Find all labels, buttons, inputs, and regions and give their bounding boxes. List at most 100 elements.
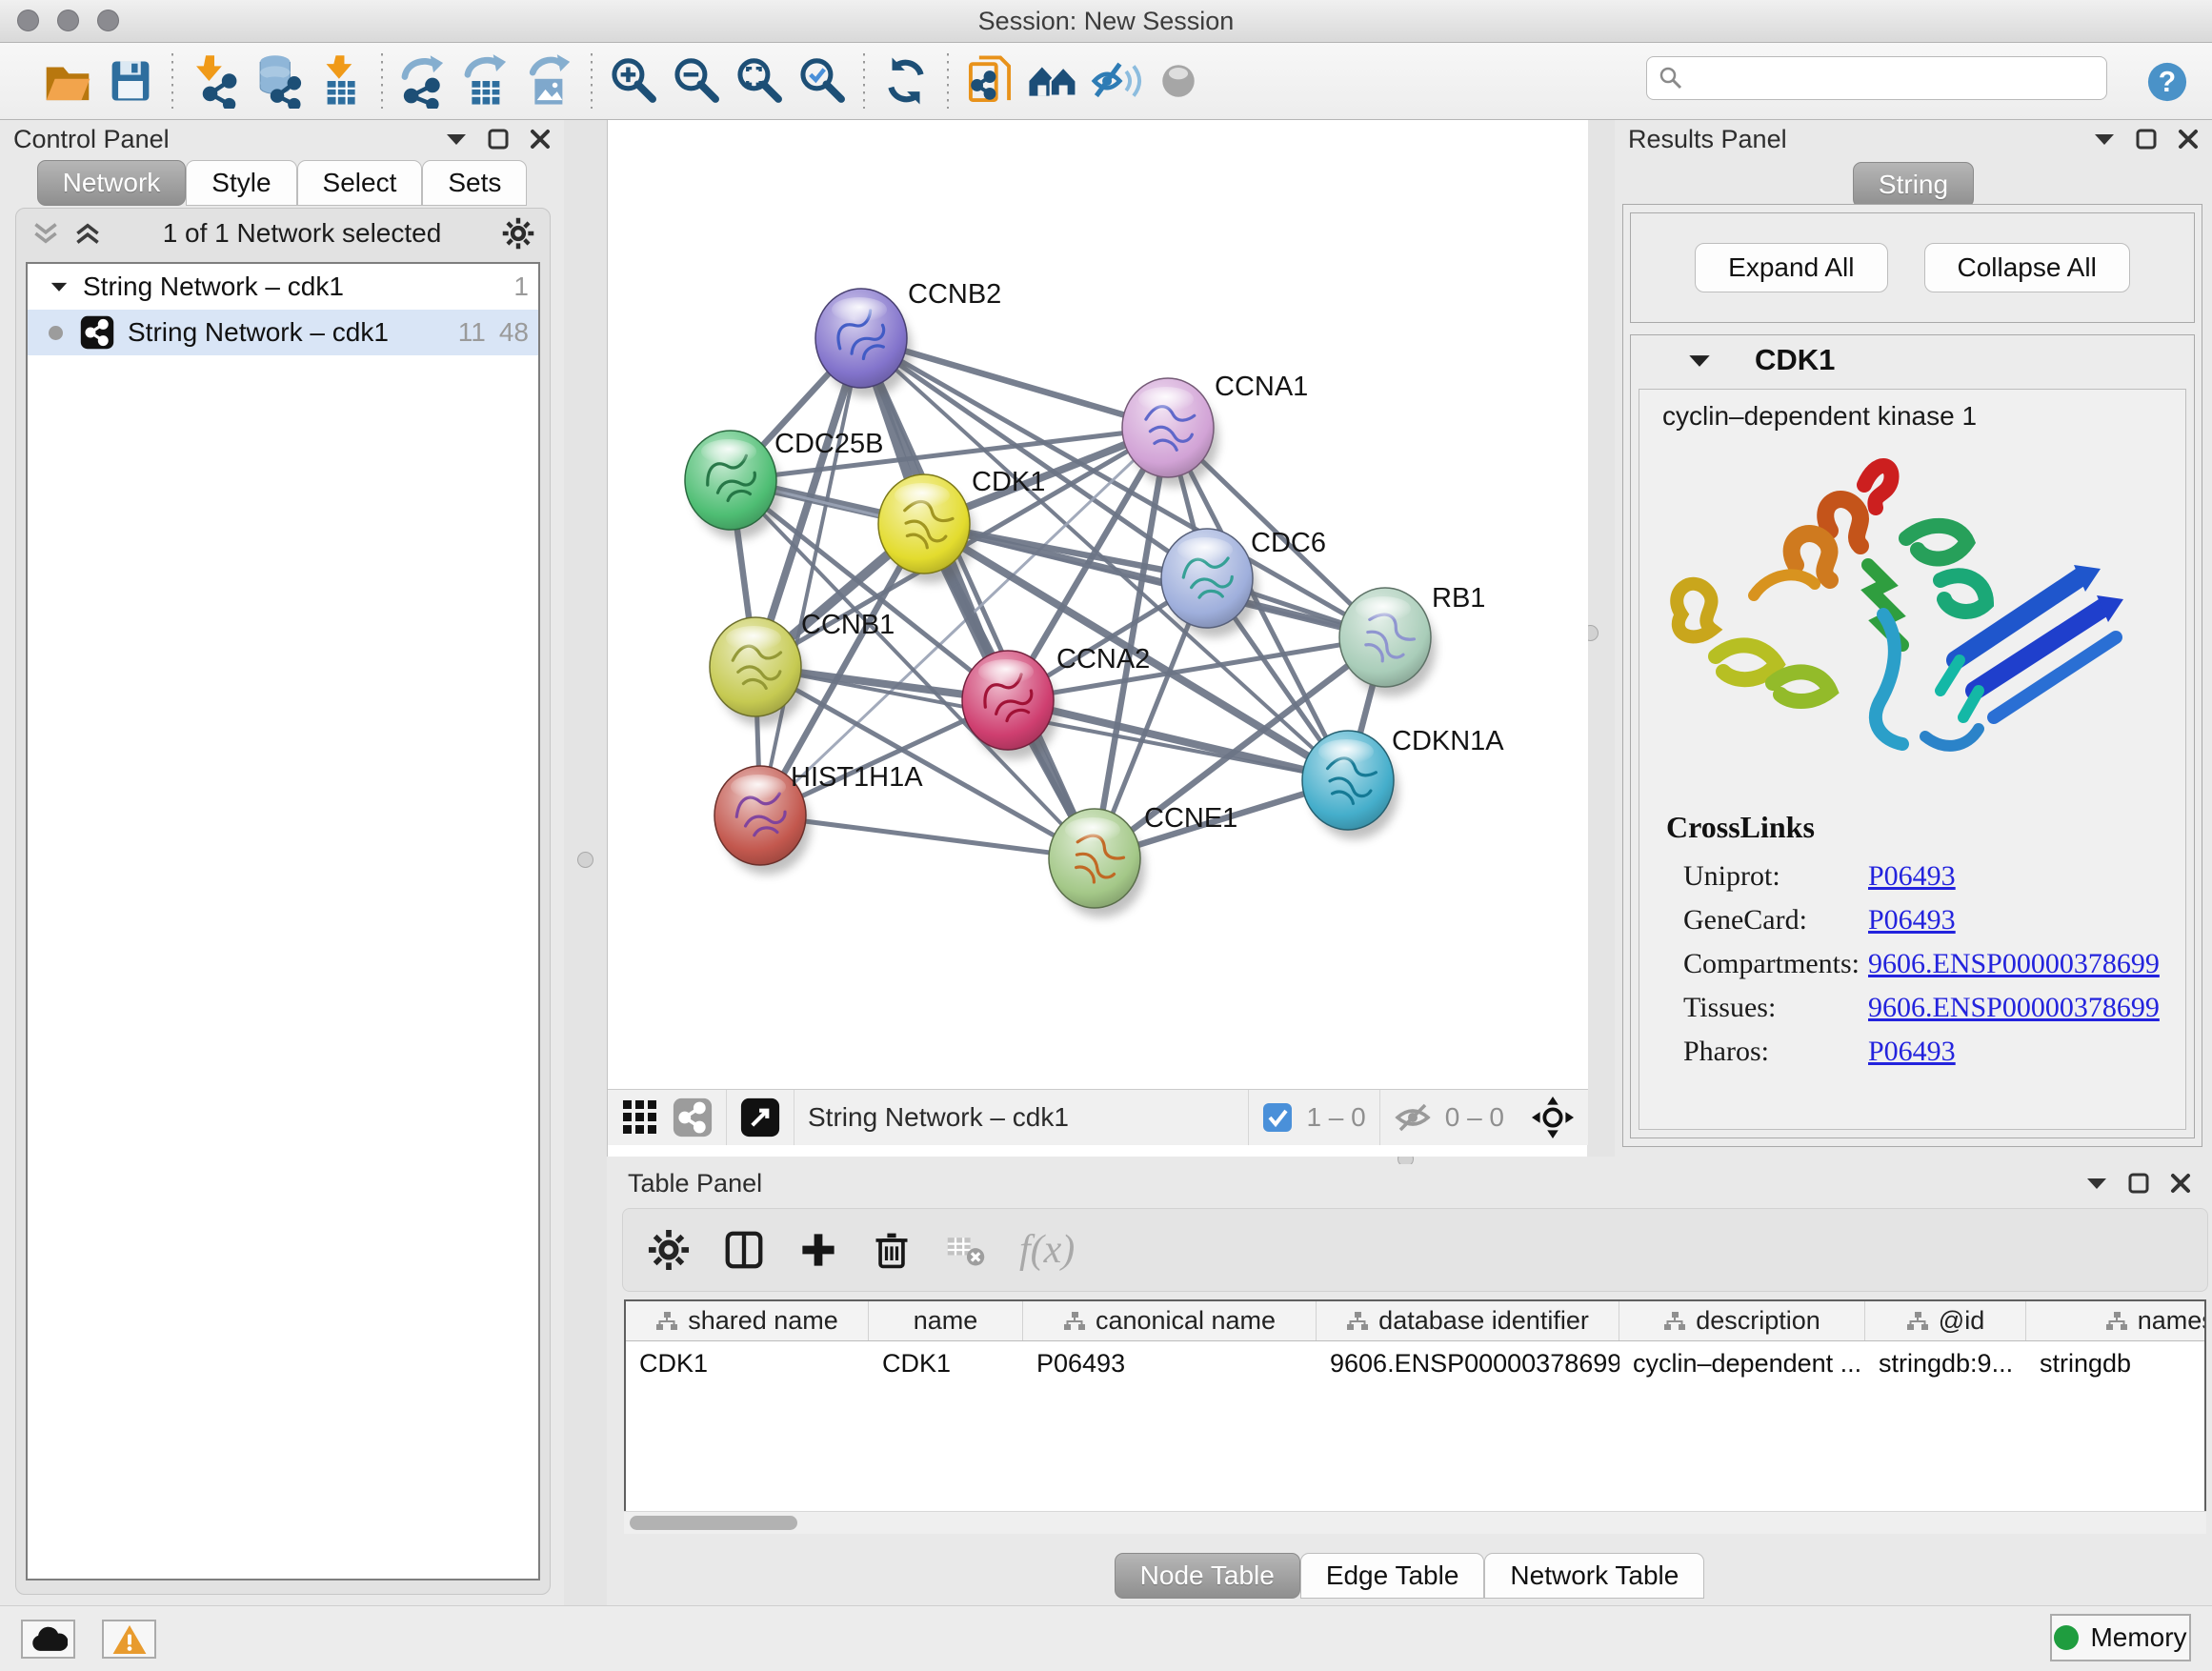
apply-layout-button[interactable] [875,50,937,112]
import-network-database-button[interactable] [246,50,309,112]
table-cell[interactable]: cyclin–dependent ... [1619,1341,1865,1385]
tab-style[interactable]: Style [186,160,296,206]
cloud-status-button[interactable] [21,1620,75,1659]
node-CDC6[interactable]: CDC6 [1161,528,1326,637]
network-tree-row[interactable]: String Network – cdk11148 [28,310,538,355]
warnings-button[interactable] [102,1620,156,1659]
table-cell[interactable]: CDK1 [626,1341,869,1385]
string-import-button[interactable] [958,50,1021,112]
close-window-button[interactable] [17,10,39,31]
search-input[interactable] [1646,56,2107,100]
fit-content-crosshair-icon[interactable] [1531,1096,1575,1139]
expand-all-icon[interactable] [73,221,102,246]
zoom-fit-button[interactable] [728,50,791,112]
collapse-all-icon[interactable] [31,221,60,246]
delete-column-trash-icon[interactable] [871,1229,913,1271]
table-row[interactable]: CDK1CDK1P064939606.ENSP00000378699cyclin… [626,1341,2206,1385]
panel-close-icon[interactable] [2170,1173,2191,1194]
export-network-button[interactable] [392,50,455,112]
selected-checkbox[interactable] [1262,1102,1293,1133]
node-CCNE1[interactable]: CCNE1 [1049,803,1237,917]
table-options-gear-icon[interactable] [648,1229,690,1271]
right-splitter[interactable] [1587,120,1615,1157]
tab-network[interactable]: Network [37,160,187,206]
minimize-window-button[interactable] [57,10,79,31]
tab-edge-table[interactable]: Edge Table [1300,1553,1485,1599]
save-session-button[interactable] [99,50,162,112]
node-CDK1[interactable]: CDK1 [878,467,1045,583]
network-options-gear-icon[interactable] [502,217,534,250]
edge-CCNB2-HIST1H1A[interactable] [760,338,861,815]
string-highlight-button[interactable] [1147,50,1210,112]
zoom-out-button[interactable] [665,50,728,112]
tab-network-table[interactable]: Network Table [1484,1553,1704,1599]
node-CDKN1A[interactable]: CDKN1A [1302,726,1504,839]
import-network-file-button[interactable] [183,50,246,112]
column-header-database-identifier[interactable]: database identifier [1317,1301,1619,1340]
string-hide-glass-button[interactable] [1084,50,1147,112]
hidden-eye-slash-icon[interactable] [1394,1102,1432,1133]
crosslink-link[interactable]: 9606.ENSP00000378699 [1868,992,2160,1024]
column-header-namespace[interactable]: namespace [2026,1301,2206,1340]
crosslink-link[interactable]: P06493 [1868,1036,1956,1068]
network-canvas[interactable]: CCNB2CCNA1CDC25BCDK1CDC6RB1CCNB1CCNA2CDK… [608,120,1588,1089]
birdseye-grid-icon[interactable] [621,1098,659,1137]
tab-node-table[interactable]: Node Table [1115,1553,1300,1599]
column-header-canonical-name[interactable]: canonical name [1023,1301,1317,1340]
table-scrollbar-thumb[interactable] [630,1516,797,1530]
detach-view-icon[interactable] [740,1097,780,1137]
network-tree-row[interactable]: String Network – cdk11 [28,264,538,310]
table-cell[interactable]: stringdb:9... [1865,1341,2026,1385]
collapse-all-button[interactable]: Collapse All [1924,243,2130,292]
panel-close-icon[interactable] [530,129,551,150]
column-header-name[interactable]: name [869,1301,1023,1340]
panel-menu-caret-icon[interactable] [2086,1177,2107,1190]
node-CCNA1[interactable]: CCNA1 [1122,372,1308,487]
crosslink-link[interactable]: P06493 [1868,904,1956,936]
column-header-description[interactable]: description [1619,1301,1865,1340]
left-splitter[interactable] [564,120,607,1605]
crosslink-link[interactable]: 9606.ENSP00000378699 [1868,948,2160,980]
export-image-button[interactable] [518,50,581,112]
column-header--id[interactable]: @id [1865,1301,2026,1340]
panel-float-icon[interactable] [488,129,509,150]
section-collapse-caret-icon[interactable] [1688,353,1711,368]
column-header-shared-name[interactable]: shared name [626,1301,869,1340]
node-CCNB1[interactable]: CCNB1 [710,610,895,726]
panel-menu-caret-icon[interactable] [446,132,467,146]
table-horizontal-scrollbar[interactable] [624,1511,2206,1534]
table-cell[interactable]: 9606.ENSP00000378699 [1317,1341,1619,1385]
horizontal-splitter[interactable] [607,1157,2212,1164]
memory-button[interactable]: Memory [2050,1614,2191,1661]
zoom-window-button[interactable] [97,10,119,31]
string-network-graph[interactable]: CCNB2CCNA1CDC25BCDK1CDC6RB1CCNB1CCNA2CDK… [608,120,1588,1089]
node-HIST1H1A[interactable]: HIST1H1A [714,762,923,875]
string-home-button[interactable] [1021,50,1084,112]
network-share-icon[interactable] [673,1097,713,1137]
zoom-selected-button[interactable] [791,50,854,112]
export-table-button[interactable] [455,50,518,112]
table-cell[interactable]: CDK1 [869,1341,1023,1385]
tree-expand-caret-icon[interactable] [50,281,68,292]
open-session-button[interactable] [36,50,99,112]
help-button[interactable]: ? [2136,50,2199,113]
crosslink-link[interactable]: P06493 [1868,860,1956,893]
panel-close-icon[interactable] [2178,129,2199,150]
zoom-in-button[interactable] [602,50,665,112]
create-column-plus-icon[interactable] [798,1230,838,1270]
panel-float-icon[interactable] [2128,1173,2149,1194]
expand-all-button[interactable]: Expand All [1695,243,1887,292]
table-cell[interactable]: stringdb [2026,1341,2206,1385]
left-splitter-handle[interactable] [577,852,593,868]
tab-sets[interactable]: Sets [422,160,527,206]
node-table[interactable]: shared namenamecanonical namedatabase id… [624,1299,2206,1534]
tab-select[interactable]: Select [297,160,423,206]
show-columns-icon[interactable] [722,1228,766,1272]
node-RB1[interactable]: RB1 [1339,583,1485,696]
import-table-button[interactable] [309,50,372,112]
table-cell[interactable]: P06493 [1023,1341,1317,1385]
panel-float-icon[interactable] [2136,129,2157,150]
tab-string[interactable]: String [1853,162,1974,208]
edge-CCNA2-CDKN1A[interactable] [1008,700,1348,780]
panel-menu-caret-icon[interactable] [2094,132,2115,146]
